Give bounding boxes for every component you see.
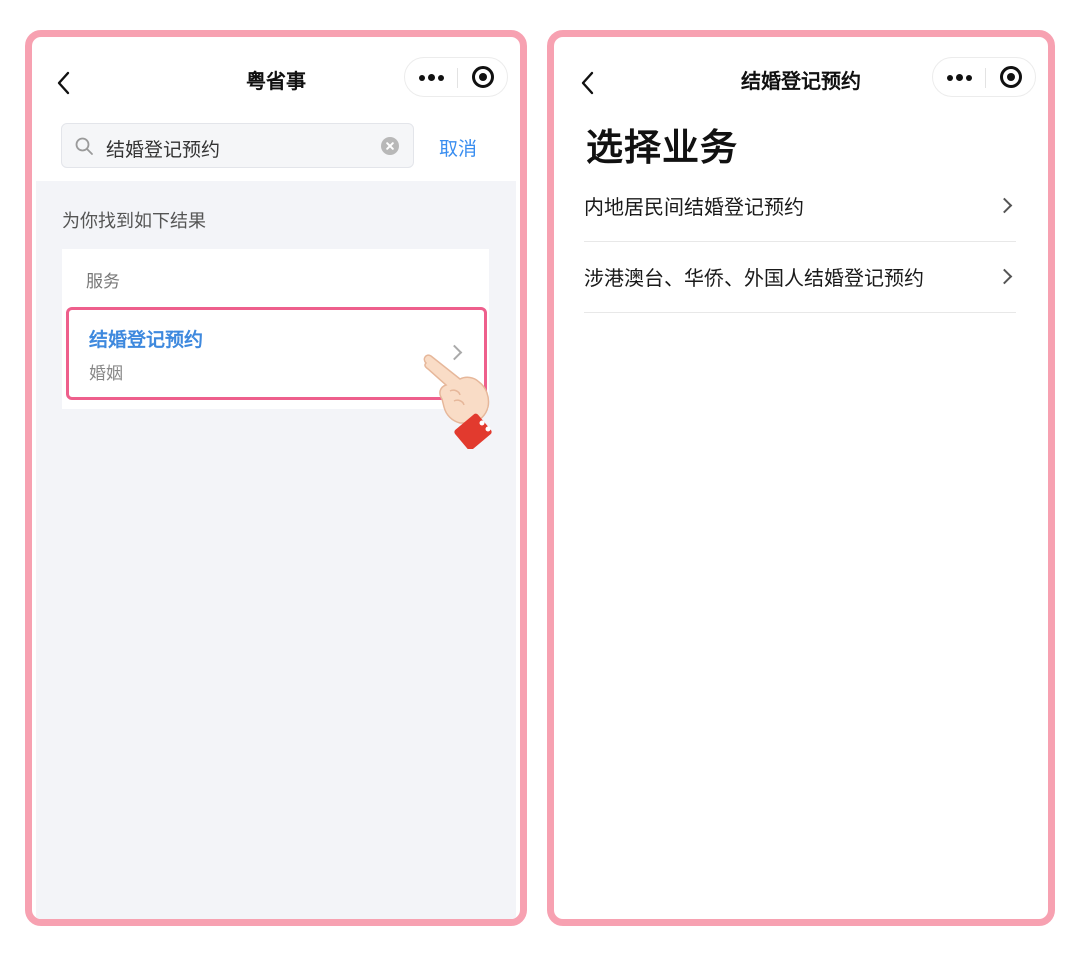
chevron-right-icon bbox=[996, 268, 1013, 285]
result-title: 结婚登记预约 bbox=[89, 329, 204, 351]
section-label: 服务 bbox=[86, 272, 120, 292]
navigation-bar: 结婚登记预约 bbox=[554, 37, 1048, 119]
page-heading: 选择业务 bbox=[586, 126, 738, 169]
cancel-button[interactable]: 取消 bbox=[439, 134, 477, 161]
results-caption: 为你找到如下结果 bbox=[62, 211, 206, 232]
result-item-marriage-appointment[interactable]: 结婚登记预约 婚姻 bbox=[66, 307, 487, 400]
more-dots-icon[interactable] bbox=[405, 58, 457, 96]
right-screen-frame: 结婚登记预约 选择业务 内地居民间结婚登记预约 涉港澳台、华侨、外国人结婚登记预… bbox=[547, 30, 1055, 926]
target-icon[interactable] bbox=[458, 58, 508, 96]
more-dots-icon[interactable] bbox=[933, 58, 985, 96]
mini-program-capsule bbox=[932, 57, 1036, 97]
search-icon bbox=[75, 137, 93, 155]
navigation-bar: 粤省事 bbox=[32, 37, 520, 119]
mini-program-capsule bbox=[404, 57, 508, 97]
left-screen-frame: 粤省事 结婚登记预约 取消 为你找到如下结果 服务 结婚登记预约 婚姻 bbox=[25, 30, 527, 926]
clear-icon[interactable] bbox=[381, 137, 399, 155]
business-item-label: 涉港澳台、华侨、外国人结婚登记预约 bbox=[584, 266, 924, 290]
business-item-label: 内地居民间结婚登记预约 bbox=[584, 195, 804, 219]
result-category: 婚姻 bbox=[89, 364, 123, 384]
target-icon[interactable] bbox=[986, 58, 1036, 96]
search-box[interactable]: 结婚登记预约 bbox=[61, 123, 414, 168]
chevron-right-icon bbox=[996, 197, 1013, 214]
chevron-right-icon bbox=[446, 344, 463, 361]
business-item-overseas[interactable]: 涉港澳台、华侨、外国人结婚登记预约 bbox=[584, 242, 1016, 313]
search-input[interactable]: 结婚登记预约 bbox=[106, 135, 220, 162]
business-item-mainland[interactable]: 内地居民间结婚登记预约 bbox=[584, 171, 1016, 242]
